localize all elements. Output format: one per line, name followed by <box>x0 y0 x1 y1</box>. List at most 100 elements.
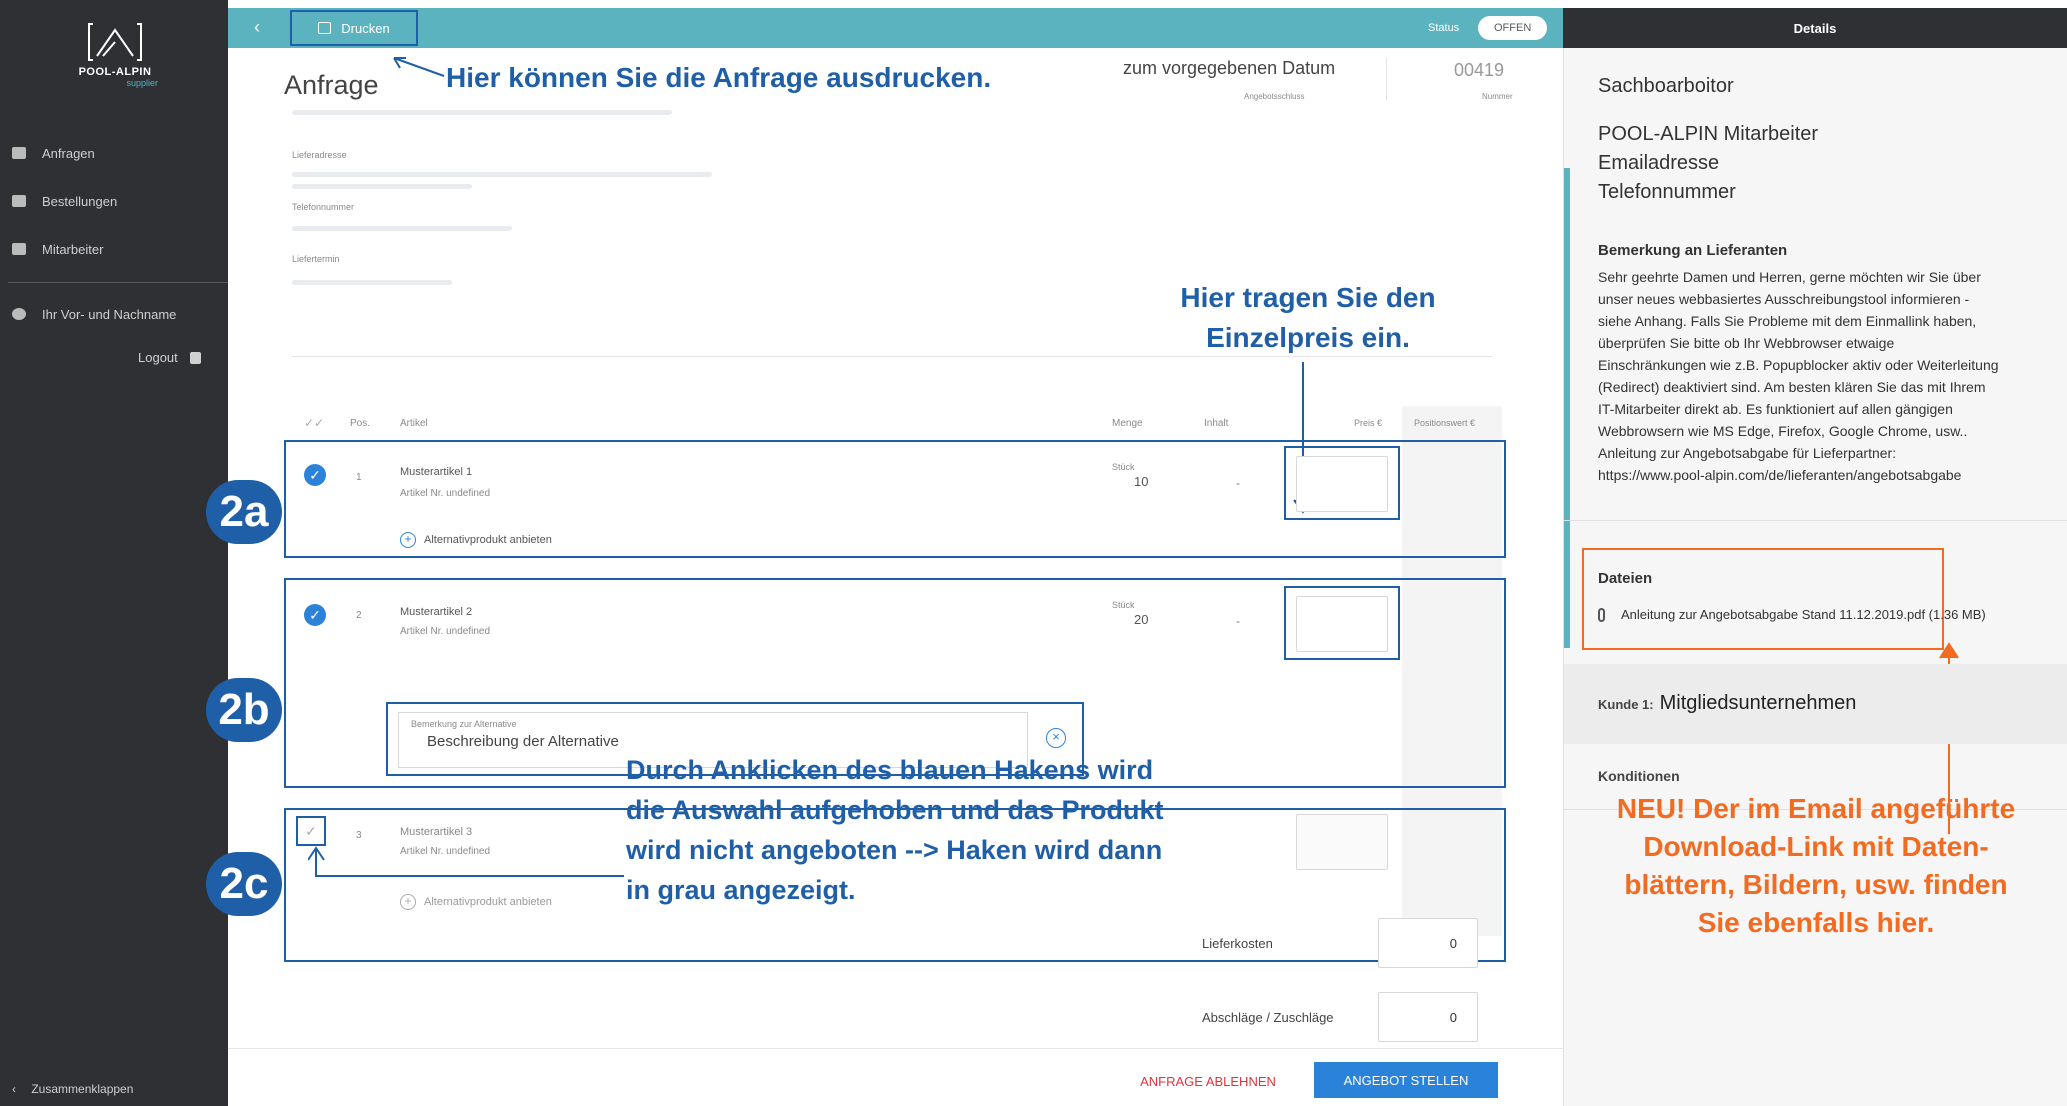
kunde-value: Mitgliedsunternehmen <box>1659 692 1857 714</box>
id-card-icon <box>12 243 26 255</box>
logo-subtext: supplier <box>126 78 158 88</box>
annotation-price-line1: Hier tragen Sie den <box>1180 282 1436 313</box>
printer-icon <box>318 22 332 34</box>
remove-alternative-icon[interactable]: × <box>1046 728 1066 748</box>
files-heading: Dateien <box>1598 570 1653 587</box>
alternative-remark-label: Bemerkung zur Alternative <box>411 719 517 729</box>
item-2-qty: 20 <box>1134 612 1149 627</box>
item-2-name: Musterartikel 2 <box>400 606 473 618</box>
item-1-number: Artikel Nr. undefined <box>400 488 491 499</box>
annotation-neu-line: Sie ebenfalls hier. <box>1697 907 1935 938</box>
remark-text: Sehr geehrte Damen und Herren, gerne möc… <box>1598 266 2058 486</box>
truck-icon <box>12 147 26 159</box>
annotation-neu-line: NEU! Der im Email angeführte <box>1616 793 2016 824</box>
contact-email: Emailadresse <box>1598 152 1720 174</box>
sidebar-item-label: Mitarbeiter <box>42 241 104 257</box>
remark-line: siehe Anhang. Falls Sie Probleme mit dem… <box>1598 313 1977 329</box>
item-1-alternative-label: Alternativprodukt anbieten <box>424 534 552 546</box>
item-2-price-input[interactable] <box>1296 596 1388 652</box>
remark-line: unser neues webbasiertes Ausschreibungst… <box>1598 291 1970 307</box>
item-2-unit: Stück <box>1112 600 1135 610</box>
item-2-inhalt: - <box>1236 614 1240 628</box>
kunde-section[interactable]: Kunde 1: Mitgliedsunternehmen <box>1564 664 2067 744</box>
item-3-check-icon[interactable]: ✓ <box>296 816 326 846</box>
details-divider <box>1564 520 2067 521</box>
details-header: Details <box>1563 8 2067 48</box>
sidebar-divider <box>8 282 228 283</box>
sidebar-item-anfragen[interactable]: Anfragen <box>0 138 228 168</box>
status-badge: OFFEN <box>1478 16 1548 40</box>
footer-divider <box>228 1048 1563 1049</box>
badge-2c: 2c <box>206 852 282 916</box>
top-bar: ‹ Drucken Status OFFEN <box>228 8 1563 48</box>
item-1-alternative-button[interactable]: + Alternativprodukt anbieten <box>400 532 552 548</box>
sidebar-item-mitarbeiter[interactable]: Mitarbeiter <box>0 234 228 264</box>
sidebar-item-bestellungen[interactable]: Bestellungen <box>0 186 228 216</box>
col-header-menge: Menge <box>1112 418 1143 429</box>
paperclip-icon <box>1598 608 1605 622</box>
mountain-logo-icon <box>88 23 142 61</box>
item-1-price-input[interactable] <box>1296 456 1388 512</box>
item-1-qty: 10 <box>1134 474 1149 489</box>
remark-line: IT-Mitarbeiter direkt ab. Es funktionier… <box>1598 401 1953 417</box>
sidebar-user[interactable]: Ihr Vor- und Nachname <box>0 299 228 329</box>
back-button[interactable]: ‹ <box>254 17 260 38</box>
sidebar-item-label: Bestellungen <box>42 193 118 209</box>
page-title: Anfrage <box>284 70 379 100</box>
blurred-text <box>292 226 512 231</box>
col-header-artikel: Artikel <box>400 418 428 429</box>
submit-offer-button[interactable]: ANGEBOT STELLEN <box>1314 1062 1498 1098</box>
logout-label: Logout <box>138 350 178 365</box>
blurred-text <box>292 110 672 115</box>
item-2-number: Artikel Nr. undefined <box>400 626 491 637</box>
item-3-price-input[interactable] <box>1296 814 1388 870</box>
item-2-check-icon[interactable]: ✓ <box>304 604 326 626</box>
col-header-positionswert: Positionswert € <box>1414 418 1476 428</box>
collapse-label: Zusammenklappen <box>31 1082 134 1096</box>
user-icon <box>12 308 26 320</box>
sachbearbeiter-label: Sachboarboitor <box>1598 75 1734 97</box>
lock-icon <box>189 351 201 364</box>
file-download-link[interactable]: Anleitung zur Angebotsabgabe Stand 11.12… <box>1598 604 1986 626</box>
deadline-date: zum vorgegebenen Datum <box>1123 58 1336 78</box>
sidebar-item-label: Anfragen <box>42 145 95 161</box>
request-number-label: Nummer <box>1482 92 1513 101</box>
item-3-name: Musterartikel 3 <box>400 826 473 838</box>
blurred-text <box>292 280 452 285</box>
remark-link[interactable]: https://www.pool-alpin.com/de/lieferante… <box>1598 464 2058 486</box>
konditionen-label: Konditionen <box>1598 768 1680 784</box>
field-label-lieferadresse: Lieferadresse <box>292 150 347 160</box>
abschlaege-input[interactable]: 0 <box>1378 992 1478 1042</box>
plus-circle-icon: + <box>400 532 416 548</box>
print-label: Drucken <box>341 20 390 36</box>
lieferkosten-input[interactable]: 0 <box>1378 918 1478 968</box>
contact-phone: Telefonnummer <box>1598 181 1736 203</box>
select-all-icon[interactable]: ✓✓ <box>304 416 324 430</box>
status-label: Status <box>1428 22 1460 34</box>
item-3-number: Artikel Nr. undefined <box>400 846 491 857</box>
lieferkosten-label: Lieferkosten <box>1202 936 1273 951</box>
remark-line: Einschränkungen wie z.B. Popupblocker ak… <box>1598 357 1999 373</box>
plus-circle-icon: + <box>400 894 416 910</box>
request-number: 00419 <box>1454 60 1505 80</box>
badge-2b: 2b <box>206 678 282 742</box>
logout-button[interactable]: Logout <box>138 350 201 365</box>
details-scrollbar[interactable] <box>1564 168 1570 648</box>
sidebar: POOL-ALPIN supplier Anfragen Bestellunge… <box>0 0 228 1106</box>
remark-line: Anleitung zur Angebotsabgabe für Lieferp… <box>1598 445 1897 461</box>
field-label-telefonnummer: Telefonnummer <box>292 202 355 212</box>
user-name: Ihr Vor- und Nachname <box>42 306 177 322</box>
item-1-name: Musterartikel 1 <box>400 466 473 478</box>
collapse-button[interactable]: ‹ Zusammenklappen <box>12 1082 133 1096</box>
abschlaege-label: Abschläge / Zuschläge <box>1202 1010 1334 1025</box>
annotation-price: Hier tragen Sie den Einzelpreis ein. <box>1168 278 1448 358</box>
item-3-alternative-button[interactable]: + Alternativprodukt anbieten <box>400 894 552 910</box>
contact-block: POOL-ALPIN Mitarbeiter Emailadresse Tele… <box>1598 120 1818 207</box>
decline-button[interactable]: ANFRAGE ABLEHNEN <box>1108 1064 1308 1098</box>
remark-line: Sehr geehrte Damen und Herren, gerne möc… <box>1598 269 1981 285</box>
print-button[interactable]: Drucken <box>290 10 418 46</box>
file-name: Anleitung zur Angebotsabgabe Stand 11.12… <box>1621 607 1986 622</box>
item-1-check-icon[interactable]: ✓ <box>304 464 326 486</box>
col-header-inhalt: Inhalt <box>1204 418 1229 429</box>
item-3-pos: 3 <box>356 830 362 841</box>
